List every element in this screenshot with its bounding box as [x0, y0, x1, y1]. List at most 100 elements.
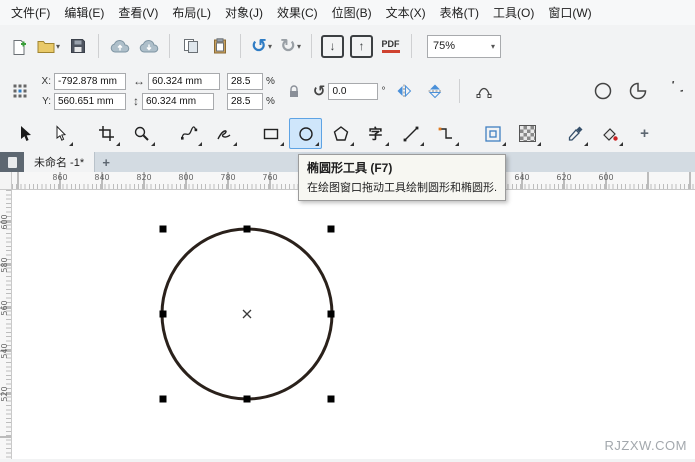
ruler-h-label: 820 [136, 173, 151, 182]
undo-dropdown-caret-icon[interactable]: ▾ [268, 42, 272, 51]
new-document-icon [11, 38, 28, 55]
menu-item-text[interactable]: 文本(X) [379, 0, 433, 25]
document-tab[interactable]: 未命名 -1* [24, 152, 95, 172]
contour-tool[interactable] [476, 118, 509, 149]
publish-to-pdf-button[interactable]: PDF [377, 31, 404, 61]
rotation-angle-input[interactable] [328, 83, 378, 100]
convert-to-curves-button[interactable] [472, 78, 496, 104]
interactive-fill-tool[interactable] [593, 118, 626, 149]
paste-button[interactable] [206, 31, 233, 61]
scale-y-input[interactable] [227, 93, 263, 110]
new-document-tab-button[interactable]: + [95, 152, 117, 172]
tooltip-title: 椭圆形工具 (F7) [307, 159, 497, 176]
menu-item-layout[interactable]: 布局(L) [165, 0, 218, 25]
object-width-input[interactable] [148, 73, 220, 90]
transparency-tool[interactable] [511, 118, 544, 149]
two-point-line-tool[interactable] [394, 118, 427, 149]
selection-handle-bottom-center[interactable] [244, 396, 251, 403]
drawing-canvas[interactable]: RJZXW.COM [12, 190, 695, 459]
crop-tool[interactable] [90, 118, 123, 149]
open-folder-icon [37, 39, 55, 53]
import-button[interactable]: ↓ [319, 31, 346, 61]
menu-item-edit[interactable]: 编辑(E) [57, 0, 111, 25]
freehand-tool[interactable] [172, 118, 205, 149]
menu-item-table[interactable]: 表格(T) [433, 0, 486, 25]
pie-shape-icon [628, 81, 648, 101]
ruler-h-label: 600 [598, 173, 613, 182]
ellipse-mode-button[interactable] [589, 78, 617, 104]
rotation-angle-icon: ↺ [313, 82, 326, 100]
pie-mode-button[interactable] [624, 78, 652, 104]
x-position-input[interactable] [54, 73, 126, 90]
watermark: RJZXW.COM [605, 438, 688, 453]
ruler-v-label: 580 [0, 255, 10, 275]
open-document-button[interactable]: ▾ [35, 31, 62, 61]
cloud-upload-button[interactable] [106, 31, 133, 61]
ruler-origin-box[interactable] [0, 172, 12, 190]
selection-handle-top-center[interactable] [244, 226, 251, 233]
selection-handle-middle-left[interactable] [160, 311, 167, 318]
document-tab-label: 未命名 -1* [34, 154, 84, 170]
connector-tool[interactable] [429, 118, 462, 149]
selection-handle-top-left[interactable] [160, 226, 167, 233]
menu-item-tools[interactable]: 工具(O) [486, 0, 541, 25]
menu-item-effects[interactable]: 效果(C) [270, 0, 325, 25]
export-button[interactable]: ↑ [348, 31, 375, 61]
selection-handle-top-right[interactable] [328, 226, 335, 233]
ruler-h-label: 640 [514, 173, 529, 182]
menu-item-bitmaps[interactable]: 位图(B) [325, 0, 379, 25]
artistic-media-tool[interactable] [207, 118, 240, 149]
menu-item-object[interactable]: 对象(J) [218, 0, 270, 25]
selection-handle-bottom-left[interactable] [160, 396, 167, 403]
open-dropdown-caret-icon[interactable]: ▾ [56, 42, 60, 51]
eyedropper-tool[interactable] [558, 118, 591, 149]
fill-bucket-icon [601, 125, 619, 143]
convert-to-curves-icon [476, 83, 492, 99]
welcome-screen-tab[interactable] [0, 152, 24, 172]
ruler-v-label: 560 [0, 298, 10, 318]
vertical-ruler[interactable]: 600 580 560 540 520 [0, 190, 12, 459]
ellipse-tool[interactable] [289, 118, 322, 149]
shape-tool[interactable] [43, 118, 76, 149]
mirror-vertical-button[interactable] [423, 78, 447, 104]
selection-handle-middle-right[interactable] [328, 311, 335, 318]
zoom-level-select[interactable]: 75% ▾ [427, 35, 501, 58]
redo-button[interactable]: ↻ ▾ [277, 31, 304, 61]
menu-item-file[interactable]: 文件(F) [4, 0, 57, 25]
save-button[interactable] [64, 31, 91, 61]
ruler-h-label: 800 [178, 173, 193, 182]
ruler-h-label: 760 [262, 173, 277, 182]
y-position-input[interactable] [54, 93, 126, 110]
property-bar-separator [459, 79, 460, 103]
export-icon: ↑ [350, 35, 373, 58]
undo-button[interactable]: ↺ ▾ [248, 31, 275, 61]
more-tools-button[interactable]: + [628, 118, 661, 149]
copy-button[interactable] [177, 31, 204, 61]
menu-item-window[interactable]: 窗口(W) [541, 0, 598, 25]
canvas-artwork [12, 190, 695, 459]
zoom-dropdown-caret-icon[interactable]: ▾ [491, 42, 495, 51]
pick-tool[interactable] [8, 118, 41, 149]
zoom-tool[interactable] [125, 118, 158, 149]
ellipse-shape-icon [593, 81, 613, 101]
text-tool[interactable]: 字 [359, 118, 392, 149]
object-height-input[interactable] [142, 93, 214, 110]
tooltip-description: 在绘图窗口拖动工具绘制圆形和椭圆形. [307, 179, 497, 195]
redo-dropdown-caret-icon[interactable]: ▾ [297, 42, 301, 51]
polygon-tool[interactable] [324, 118, 357, 149]
mirror-horizontal-button[interactable] [392, 78, 416, 104]
connector-icon [437, 125, 455, 143]
menu-item-view[interactable]: 查看(V) [111, 0, 165, 25]
scale-x-input[interactable] [227, 73, 263, 90]
transparency-checker-icon [519, 125, 536, 142]
lock-ratio-button[interactable] [282, 78, 306, 104]
text-tool-icon: 字 [369, 124, 383, 144]
arc-mode-button[interactable] [659, 78, 687, 104]
cloud-download-button[interactable] [135, 31, 162, 61]
plus-icon: + [102, 155, 110, 170]
rectangle-tool[interactable] [254, 118, 287, 149]
new-document-button[interactable] [6, 31, 33, 61]
undo-icon: ↺ [251, 37, 267, 56]
selection-handle-bottom-right[interactable] [328, 396, 335, 403]
object-position-button[interactable] [8, 78, 32, 104]
